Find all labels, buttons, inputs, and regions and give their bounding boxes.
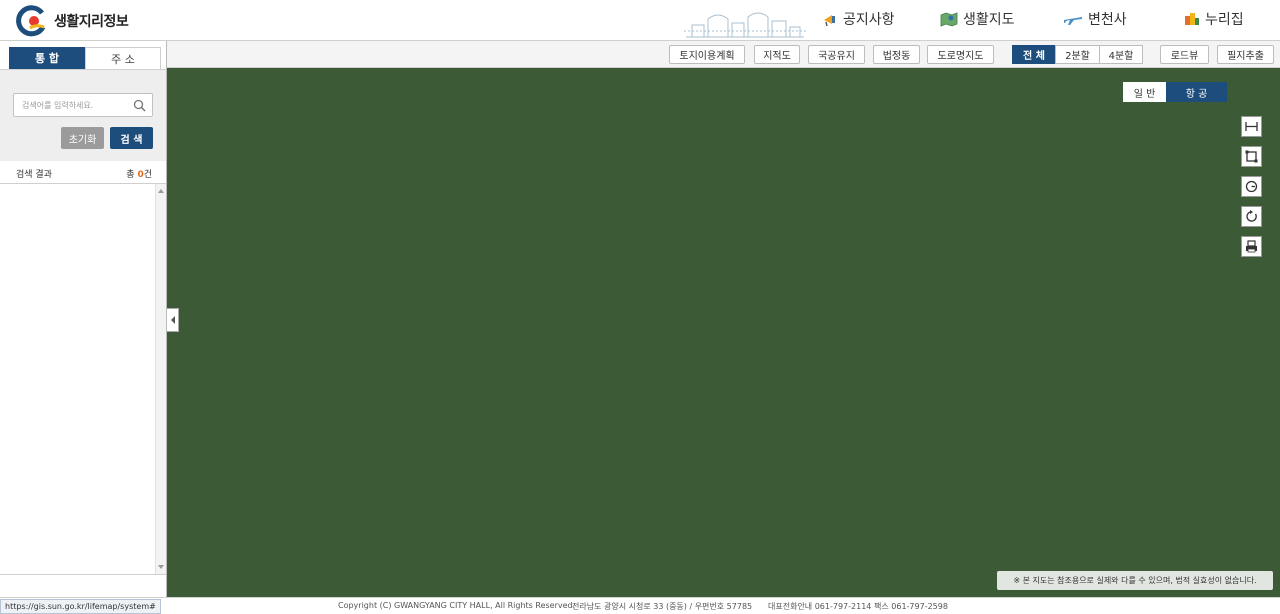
scroll-up-icon[interactable] xyxy=(156,186,166,196)
sidebar: 통 합 주 소 초기화 검 색 검색 결과 총 0건 xyxy=(0,41,167,597)
layer-land-use-plan-button[interactable]: 토지이용계획 xyxy=(669,45,745,64)
layer-legal-dong-button[interactable]: 법정동 xyxy=(873,45,920,64)
print-icon xyxy=(1246,240,1257,253)
distance-icon xyxy=(1245,122,1258,131)
nav-lifemap-label: 생활지도 xyxy=(963,12,1015,28)
results-list[interactable] xyxy=(0,183,166,575)
nav-lifemap[interactable]: 생활지도 xyxy=(940,9,1015,29)
nav-history[interactable]: 변천사 xyxy=(1063,9,1127,29)
scroll-down-icon[interactable] xyxy=(156,562,166,572)
search-panel: 초기화 검 색 xyxy=(0,69,166,161)
split-2-button[interactable]: 2분할 xyxy=(1055,45,1100,64)
chevron-left-icon xyxy=(170,316,175,324)
nav-history-label: 변천사 xyxy=(1088,12,1127,28)
sidebar-tabs: 통 합 주 소 xyxy=(0,41,167,69)
measure-distance-button[interactable] xyxy=(1241,116,1262,137)
map-type-normal-button[interactable]: 일 반 xyxy=(1123,82,1166,102)
logo[interactable]: 생활지리정보 xyxy=(16,5,129,37)
reset-map-button[interactable] xyxy=(1241,206,1262,227)
home-blocks-icon xyxy=(1185,13,1199,25)
area-icon xyxy=(1245,150,1258,163)
layer-public-land-button[interactable]: 국공유지 xyxy=(808,45,865,64)
parcel-extract-button[interactable]: 필지추출 xyxy=(1217,45,1274,64)
map-disclaimer: ※ 본 지도는 참조용으로 실제와 다를 수 있으며, 법적 실효성이 없습니다… xyxy=(997,571,1273,590)
map-icon xyxy=(940,12,958,27)
layer-road-name-map-button[interactable]: 도로명지도 xyxy=(927,45,994,64)
nav-notice-label: 공지사항 xyxy=(843,12,895,28)
reset-button[interactable]: 초기화 xyxy=(61,127,104,149)
measure-area-button[interactable] xyxy=(1241,146,1262,167)
aerial-map[interactable] xyxy=(167,68,1280,597)
layer-cadastral-button[interactable]: 지적도 xyxy=(754,45,800,64)
tab-integrated[interactable]: 통 합 xyxy=(9,47,85,69)
footer-address: 전라남도 광양시 시청로 33 (중동) / 우편번호 57785 xyxy=(572,602,753,611)
reset-icon xyxy=(1246,210,1257,222)
nav-homepage-label: 누리집 xyxy=(1205,12,1244,28)
map-type-switch: 일 반 항 공 xyxy=(1123,82,1227,102)
city-skyline-illustration xyxy=(684,12,806,38)
results-header: 검색 결과 총 0건 xyxy=(0,165,166,183)
map-toolbar: 토지이용계획 지적도 국공유지 법정동 도로명지도 전 체 2분할 4분할 로드… xyxy=(167,41,1280,68)
city-emblem-icon xyxy=(16,5,48,37)
results-count-suffix: 건 xyxy=(143,170,152,180)
search-button[interactable]: 검 색 xyxy=(110,127,153,149)
nav-notice[interactable]: 공지사항 xyxy=(822,9,895,29)
measure-radius-button[interactable] xyxy=(1241,176,1262,197)
roadview-button[interactable]: 로드뷰 xyxy=(1160,45,1209,64)
search-icon[interactable] xyxy=(133,99,146,112)
footer-fax: 팩스 061-797-2598 xyxy=(874,602,948,611)
airplane-icon xyxy=(1064,17,1082,25)
megaphone-icon xyxy=(824,15,835,27)
status-bar-url: https://gis.sun.go.kr/lifemap/system# xyxy=(0,599,161,614)
search-input[interactable] xyxy=(14,94,130,116)
search-box xyxy=(13,93,153,117)
results-count-prefix: 총 xyxy=(126,170,138,180)
map-type-aerial-button[interactable]: 항 공 xyxy=(1166,82,1227,102)
tab-address[interactable]: 주 소 xyxy=(85,47,161,69)
radius-icon xyxy=(1245,180,1258,193)
split-4-button[interactable]: 4분할 xyxy=(1099,45,1143,64)
footer-phone: 대표전화안내 061-797-2114 xyxy=(768,602,872,611)
footer-copyright: Copyright (C) GWANGYANG CITY HALL, All R… xyxy=(338,601,576,610)
split-full-button[interactable]: 전 체 xyxy=(1012,45,1056,64)
sidebar-collapse-button[interactable] xyxy=(167,308,179,332)
header: 생활지리정보 공지사항 생활지도 변천사 누리집 xyxy=(0,0,1280,41)
nav-homepage[interactable]: 누리집 xyxy=(1184,9,1244,29)
results-scrollbar[interactable] xyxy=(155,184,166,574)
print-map-button[interactable] xyxy=(1241,236,1262,257)
footer: https://gis.sun.go.kr/lifemap/system# Co… xyxy=(0,597,1280,614)
results-count: 총 0건 xyxy=(126,167,152,180)
site-title: 생활지리정보 xyxy=(54,14,129,30)
results-label: 검색 결과 xyxy=(16,170,52,180)
